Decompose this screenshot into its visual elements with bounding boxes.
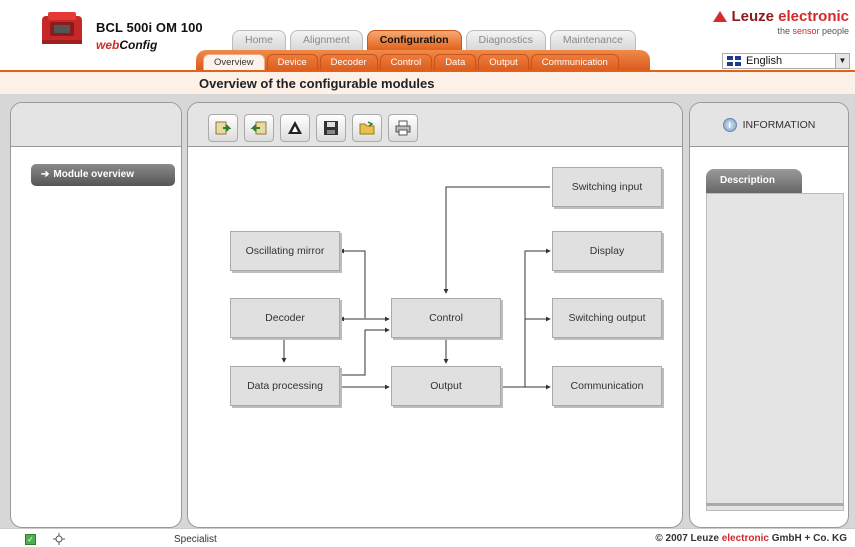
node-switching-output[interactable]: Switching output <box>552 298 662 338</box>
main-navigation: Home Alignment Configuration Diagnostics… <box>232 30 636 50</box>
module-overview-button[interactable]: ➔ Module overview <box>31 164 175 186</box>
node-display[interactable]: Display <box>552 231 662 271</box>
arrow-right-icon: ➔ <box>41 169 50 180</box>
subtab-decoder[interactable]: Decoder <box>319 54 378 70</box>
subtab-output[interactable]: Output <box>478 54 529 70</box>
save-button[interactable] <box>316 114 346 142</box>
tab-diagnostics[interactable]: Diagnostics <box>465 30 546 50</box>
content-area: ➔ Module overview Oscillating mirror Dec… <box>0 94 855 528</box>
node-output[interactable]: Output <box>391 366 501 406</box>
status-bar: ✓ Specialist © 2007 Leuze electronic Gmb… <box>0 528 855 547</box>
tab-home[interactable]: Home <box>232 30 287 50</box>
logo-triangle-icon <box>713 11 728 22</box>
subtab-overview[interactable]: Overview <box>203 54 265 70</box>
print-icon <box>395 120 411 136</box>
toolbar-area <box>188 103 682 147</box>
save-icon <box>324 121 338 135</box>
tab-alignment[interactable]: Alignment <box>290 30 363 50</box>
page-title: Overview of the configurable modules <box>199 76 435 91</box>
subtab-control[interactable]: Control <box>379 54 433 70</box>
subtab-communication[interactable]: Communication <box>530 54 619 70</box>
download-from-device-icon <box>250 121 267 135</box>
reset-defaults-icon <box>288 121 302 134</box>
open-folder-icon <box>359 121 375 135</box>
upload-to-device-button[interactable] <box>208 114 238 142</box>
open-folder-button[interactable] <box>352 114 382 142</box>
product-title: BCL 500i OM 100 <box>96 20 203 35</box>
upload-to-device-icon <box>215 121 232 135</box>
toolbar <box>208 114 418 142</box>
description-box <box>706 193 844 511</box>
center-panel: Oscillating mirror Decoder Data processi… <box>187 102 683 528</box>
node-data-processing[interactable]: Data processing <box>230 366 340 406</box>
user-role: Specialist <box>174 534 217 545</box>
subtab-data[interactable]: Data <box>434 54 477 70</box>
node-oscillating-mirror[interactable]: Oscillating mirror <box>230 231 340 271</box>
right-panel: i INFORMATION Description <box>689 102 849 528</box>
flag-icon <box>727 56 741 66</box>
node-control[interactable]: Control <box>391 298 501 338</box>
info-icon: i <box>722 118 737 132</box>
tab-maintenance[interactable]: Maintenance <box>549 30 636 50</box>
tab-description[interactable]: Description <box>706 169 802 193</box>
logo-tagline: the sensor people <box>777 26 849 36</box>
sub-navigation: Overview Device Decoder Control Data Out… <box>203 54 619 70</box>
left-panel: ➔ Module overview <box>10 102 182 528</box>
print-button[interactable] <box>388 114 418 142</box>
chevron-down-icon[interactable]: ▼ <box>835 54 849 68</box>
node-decoder[interactable]: Decoder <box>230 298 340 338</box>
network-icon <box>53 533 65 545</box>
download-from-device-button[interactable] <box>244 114 274 142</box>
subtab-device[interactable]: Device <box>266 54 318 70</box>
language-select[interactable]: English ▼ <box>722 53 850 69</box>
information-header: i INFORMATION <box>690 103 848 147</box>
reset-defaults-button[interactable] <box>280 114 310 142</box>
information-label: INFORMATION <box>742 119 816 131</box>
device-image <box>42 12 82 44</box>
left-panel-header <box>11 103 181 147</box>
node-switching-input[interactable]: Switching input <box>552 167 662 207</box>
app-header: BCL 500i OM 100 webConfig Leuze electron… <box>0 0 855 72</box>
description-scrollbar[interactable] <box>706 503 844 506</box>
node-communication[interactable]: Communication <box>552 366 662 406</box>
module-diagram: Oscillating mirror Decoder Data processi… <box>188 147 682 527</box>
language-value: English <box>746 55 783 67</box>
copyright: © 2007 Leuze electronic GmbH + Co. KG <box>655 533 847 544</box>
company-logo: Leuze electronic the sensor people <box>713 8 849 36</box>
tab-configuration[interactable]: Configuration <box>366 30 462 50</box>
page-title-band: Overview of the configurable modules <box>0 72 855 94</box>
checkmark-icon: ✓ <box>25 534 36 545</box>
